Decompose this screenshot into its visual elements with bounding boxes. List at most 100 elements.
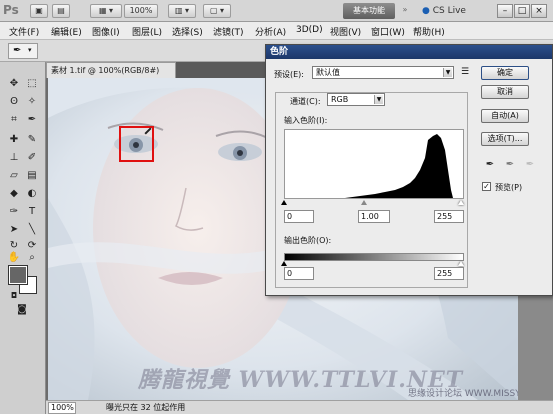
hand-icon[interactable]: ✋ <box>6 250 22 266</box>
close-button[interactable]: × <box>531 4 547 18</box>
menu-bar: 文件(F) 编辑(E) 图像(I) 图层(L) 选择(S) 滤镜(T) 分析(A… <box>0 22 553 40</box>
shape-icon[interactable]: ╲ <box>24 222 40 238</box>
zoom-icon[interactable]: ⌕ <box>24 250 40 266</box>
gradient-icon[interactable]: ▤ <box>24 168 40 184</box>
menu-help[interactable]: 帮助(H) <box>413 25 445 38</box>
mini-bridge-button[interactable]: ▤ <box>52 4 70 18</box>
histogram <box>284 129 464 199</box>
cs-live-button[interactable]: ● CS Live <box>422 4 470 18</box>
eyedropper-icon: ✒ <box>13 45 22 56</box>
photoshop-logo: Ps <box>3 3 19 17</box>
cs-live-label: CS Live <box>432 6 466 16</box>
lasso-icon[interactable]: ʘ <box>6 94 22 110</box>
ok-button[interactable]: 确定 <box>481 66 529 80</box>
menu-image[interactable]: 图像(I) <box>92 25 120 38</box>
menu-filter[interactable]: 滤镜(T) <box>213 25 244 38</box>
watermark-site: 思缘设计论坛 WWW.MISSYUAN.COM <box>408 389 518 399</box>
blur-icon[interactable]: ◆ <box>6 186 22 202</box>
status-info[interactable]: 曝光只在 32 位起作用 <box>106 402 185 413</box>
black-point-slider[interactable] <box>281 200 287 205</box>
white-point-slider[interactable] <box>458 200 464 205</box>
eyedropper-icon[interactable]: ✒ <box>24 112 40 128</box>
gray-eyedropper-icon[interactable]: ✒ <box>504 159 516 171</box>
type-icon[interactable]: T <box>24 204 40 220</box>
checkmark-icon: ✓ <box>483 182 490 191</box>
chevron-down-icon: ▾ <box>28 46 32 54</box>
cs-live-icon: ● <box>422 6 430 16</box>
document-tab[interactable]: 素材 1.tif @ 100%(RGB/8#) <box>46 62 176 78</box>
more-workspaces-icon[interactable]: » <box>398 4 412 18</box>
menu-3d[interactable]: 3D(D) <box>296 25 323 35</box>
channel-select[interactable]: RGB ▼ <box>327 93 385 106</box>
menu-select[interactable]: 选择(S) <box>172 25 203 38</box>
move-icon[interactable]: ✥ <box>6 76 22 92</box>
gamma-slider[interactable] <box>361 200 367 205</box>
white-eyedropper-icon[interactable]: ✒ <box>524 159 536 171</box>
channel-label: 通道(C): <box>290 97 321 106</box>
input-white-field[interactable]: 255 <box>434 210 464 223</box>
maximize-button[interactable]: □ <box>514 4 530 18</box>
menu-analysis[interactable]: 分析(A) <box>255 25 286 38</box>
crop-icon[interactable]: ⌗ <box>6 112 22 128</box>
status-bar: 100% 曝光只在 32 位起作用 <box>46 400 553 414</box>
zoom-level-select[interactable]: 100% <box>124 4 158 18</box>
levels-dialog: 色阶 预设(E): 默认值 ▼ ☰ 通道(C): RGB ▼ 输入色阶(I): … <box>265 44 553 296</box>
chevron-down-icon: ▼ <box>443 68 452 77</box>
workspace-button[interactable]: 基本功能 <box>343 3 395 19</box>
preset-value: 默认值 <box>316 68 340 77</box>
arrange-icon: ▥ ▾ <box>174 6 190 15</box>
dialog-title[interactable]: 色阶 <box>266 45 552 59</box>
healing-icon[interactable]: ✚ <box>6 132 22 148</box>
app-bar: Ps ▣ ▤ ▦ ▾ 100% ▥ ▾ ▢ ▾ 基本功能 » ● CS Live… <box>0 0 553 22</box>
history-brush-icon[interactable]: ✐ <box>24 150 40 166</box>
quick-mask-icon[interactable]: ◙ <box>14 302 30 318</box>
brush-icon[interactable]: ✎ <box>24 132 40 148</box>
screen-mode-icon: ▢ ▾ <box>209 6 225 15</box>
black-eyedropper-icon[interactable]: ✒ <box>484 159 496 171</box>
stamp-icon[interactable]: ⊥ <box>6 150 22 166</box>
preview-checkbox[interactable]: ✓ <box>482 182 491 191</box>
cancel-button[interactable]: 取消 <box>481 85 529 99</box>
menu-layer[interactable]: 图层(L) <box>132 25 162 38</box>
marquee-icon[interactable]: ⬚ <box>24 76 40 92</box>
path-select-icon[interactable]: ➤ <box>6 222 22 238</box>
preset-select[interactable]: 默认值 ▼ <box>312 66 454 79</box>
channel-value: RGB <box>331 95 349 104</box>
status-zoom-field[interactable]: 100% <box>48 402 76 414</box>
bridge-icon: ▣ <box>35 6 43 15</box>
output-white-field[interactable]: 255 <box>434 267 464 280</box>
tools-panel: ✥ ⬚ ʘ ✧ ⌗ ✒ ✚ ✎ ⊥ ✐ ▱ ▤ ◆ ◐ ✑ T ➤ ╲ ↻ ⟳ … <box>0 62 46 414</box>
output-black-slider[interactable] <box>281 261 287 266</box>
preview-label: 预览(P) <box>495 183 523 192</box>
menu-view[interactable]: 视图(V) <box>330 25 361 38</box>
menu-window[interactable]: 窗口(W) <box>371 25 405 38</box>
minimize-button[interactable]: – <box>497 4 513 18</box>
histogram-graph <box>285 134 453 198</box>
arrange-documents-button[interactable]: ▥ ▾ <box>168 4 196 18</box>
dodge-icon[interactable]: ◐ <box>24 186 40 202</box>
output-levels-label: 输出色阶(O): <box>284 236 332 245</box>
input-gamma-field[interactable]: 1.00 <box>358 210 390 223</box>
chevron-down-icon: ▼ <box>374 95 383 104</box>
menu-file[interactable]: 文件(F) <box>9 25 39 38</box>
screen-mode-button[interactable]: ▢ ▾ <box>203 4 231 18</box>
preset-label: 预设(E): <box>274 70 304 79</box>
foreground-color-swatch[interactable] <box>8 265 28 285</box>
mini-bridge-icon: ▤ <box>57 6 65 15</box>
view-extras-button[interactable]: ▦ ▾ <box>90 4 122 18</box>
options-button[interactable]: 选项(T)... <box>481 132 529 146</box>
tool-preset-picker[interactable]: ✒ ▾ <box>8 43 38 59</box>
input-black-field[interactable]: 0 <box>284 210 314 223</box>
menu-edit[interactable]: 编辑(E) <box>51 25 82 38</box>
output-gradient-bar <box>284 253 464 261</box>
auto-button[interactable]: 自动(A) <box>481 109 529 123</box>
document-title: 素材 1.tif @ 100%(RGB/8#) <box>51 66 160 75</box>
eraser-icon[interactable]: ▱ <box>6 168 22 184</box>
output-black-field[interactable]: 0 <box>284 267 314 280</box>
bridge-button[interactable]: ▣ <box>30 4 48 18</box>
pen-icon[interactable]: ✑ <box>6 204 22 220</box>
output-white-slider[interactable] <box>458 261 464 266</box>
magic-wand-icon[interactable]: ✧ <box>24 94 40 110</box>
grid-icon: ▦ ▾ <box>98 6 114 15</box>
preset-options-icon[interactable]: ☰ <box>461 67 469 77</box>
